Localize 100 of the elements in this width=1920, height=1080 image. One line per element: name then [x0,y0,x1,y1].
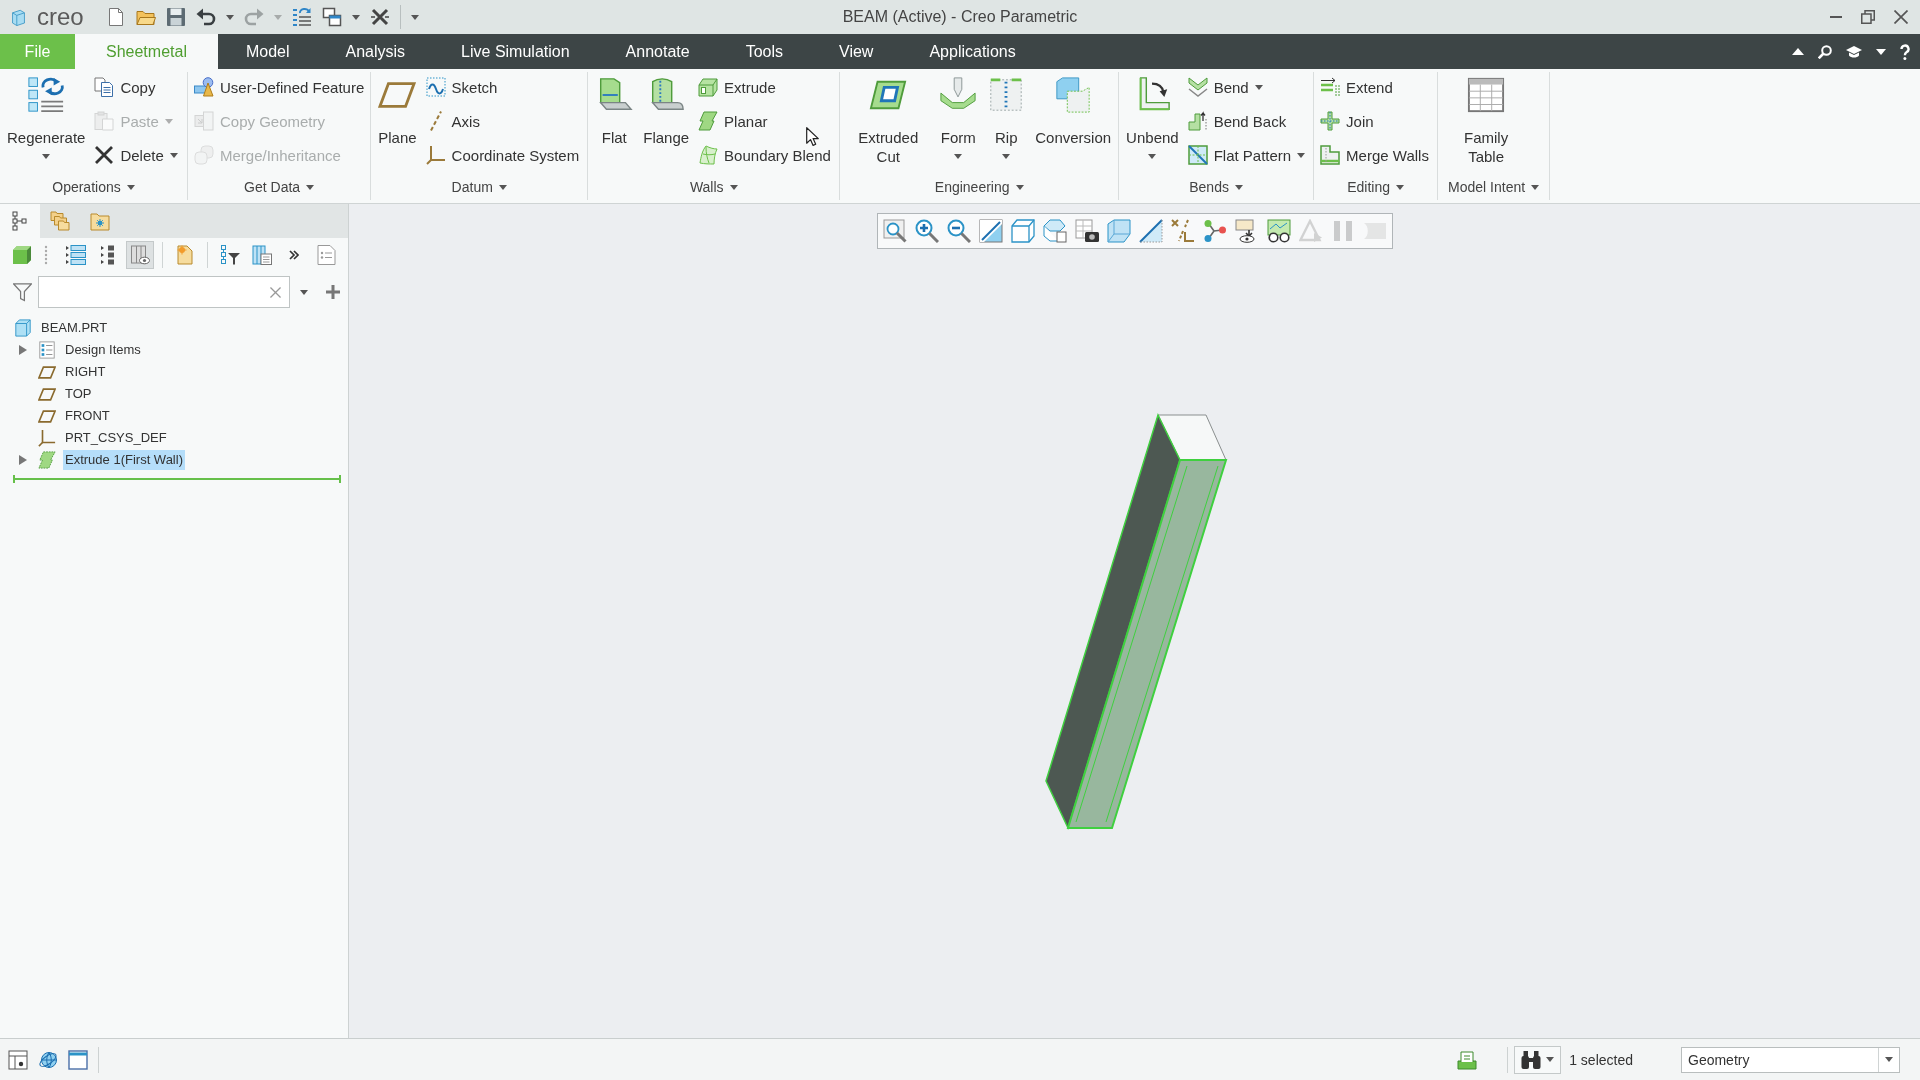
ribbon-large-button[interactable]: Regenerate [4,73,89,172]
group-menu[interactable]: Engineering [930,174,1028,200]
caret-down-icon [1546,1057,1555,1062]
ribbon-button[interactable]: Extrude [696,72,833,102]
ribbon-large-button[interactable]: Unbend [1123,73,1182,172]
caret-up-icon[interactable] [1792,48,1804,55]
tray-page-icon[interactable] [1457,1049,1478,1070]
ribbon-button[interactable]: Join [1318,106,1431,136]
shaded-square-icon[interactable] [978,219,1003,243]
caret-down-icon[interactable] [1876,48,1886,55]
ribbon-large-button[interactable]: Form [936,73,981,172]
ribbon-button[interactable]: Extend [1318,72,1431,102]
plus-icon[interactable] [326,285,340,299]
globe-icon[interactable] [38,1049,58,1070]
table-camera-icon[interactable] [1074,219,1099,243]
caret-down-icon[interactable] [300,289,308,295]
ribbon-button[interactable]: User-Defined Feature [192,72,367,102]
group-menu[interactable]: Editing [1343,174,1408,200]
ribbon-tab[interactable]: Annotate [597,34,718,69]
caret-down-icon [498,184,507,190]
ribbon-large-button[interactable]: Flat [592,73,637,172]
tree-nodes-icon [10,211,30,231]
folders-icon [50,211,70,231]
tree-item[interactable]: Design Items [63,340,143,360]
axes-icon [38,429,56,447]
caret-down-icon[interactable] [351,14,360,20]
cube-icon[interactable] [1010,219,1035,243]
ribbon-button[interactable]: Sketch [423,72,582,102]
ribbon-tab[interactable]: View [811,34,902,69]
help-icon[interactable] [1900,43,1910,60]
caret-down-icon[interactable] [225,14,234,20]
ribbon-button[interactable]: Delete [92,140,180,170]
ribbon-button[interactable]: Planar [696,106,833,136]
insert-here-marker[interactable] [13,475,341,483]
tree-item[interactable]: RIGHT [63,362,108,382]
ribbon-button[interactable]: Boundary Blend [696,140,833,170]
selection-filter-dropdown[interactable]: Geometry [1681,1046,1900,1073]
mouse-pointer-icon [806,127,819,146]
cube-list-icon[interactable] [1042,219,1067,243]
list-arrows-icon[interactable] [291,7,312,27]
caret-down-icon [1396,184,1404,190]
map-glasses-icon[interactable] [1266,219,1291,243]
ribbon-large-button[interactable]: Rip [984,73,1029,172]
clear-icon[interactable] [270,286,281,298]
group-menu[interactable]: Get Data [240,174,319,200]
ribbon-button[interactable]: Copy [92,72,180,102]
group-menu[interactable]: Walls [685,174,742,200]
zoom-in-icon[interactable] [914,219,939,243]
ribbon-tab[interactable]: Tools [717,34,811,69]
ribbon-button[interactable]: Merge Walls [1318,140,1431,170]
tree-item[interactable]: PRT_CSYS_DEF [63,428,169,448]
ribbon-tab[interactable]: Live Simulation [433,34,598,69]
zoom-out-icon[interactable] [946,219,971,243]
caret-down-icon[interactable] [410,14,419,20]
window-icon[interactable] [68,1049,88,1070]
ribbon-button[interactable]: Coordinate System [423,140,582,170]
curved-arrow-icon[interactable] [195,7,216,27]
group-menu[interactable]: Operations [48,174,139,200]
ribbon-tab[interactable]: Model [217,34,318,69]
group-menu[interactable]: Bends [1185,174,1247,200]
parallelogram-icon [38,365,56,379]
node-branch-icon[interactable] [1202,219,1227,243]
wireframe-box-icon[interactable] [1106,219,1131,243]
tree-item[interactable]: FRONT [63,406,112,426]
ribbon-large-button[interactable]: Conversion [1032,73,1115,172]
ribbon-button[interactable]: Flat Pattern [1185,140,1308,170]
search-icon[interactable] [1818,44,1832,59]
ribbon-large-button[interactable]: Plane [375,73,420,172]
ribbon-large-button[interactable]: Family Table [1442,73,1531,172]
expand-triangle-icon[interactable] [19,455,27,465]
filter-icon [13,282,32,302]
close-icon[interactable] [1894,10,1908,24]
grip-icon[interactable] [44,245,48,265]
panel-tab[interactable] [0,204,40,238]
caret-down-icon [1015,184,1024,190]
tree-item[interactable]: TOP [63,384,94,404]
find-button[interactable] [1514,1045,1562,1074]
ribbon-large-button[interactable]: Extruded Cut [844,73,933,172]
group-menu[interactable]: Datum [447,174,511,200]
graduation-cap-icon[interactable] [1846,45,1862,58]
group-menu[interactable]: Model Intent [1444,174,1544,200]
ribbon-button[interactable]: Axis [423,106,582,136]
ribbon-large-button[interactable]: Flange [640,73,693,172]
folder-sparkle-icon [175,245,195,265]
ribbon-tab[interactable]: Applications [901,34,1044,69]
restore-icon[interactable] [1861,10,1875,24]
ribbon-button[interactable]: Bend [1185,72,1308,102]
tree-item[interactable]: BEAM.PRT [39,318,110,338]
ribbon-tab[interactable]: Analysis [317,34,434,69]
panel-eye-icon[interactable] [8,1049,28,1070]
diagonal-plane-icon[interactable] [1138,219,1163,243]
stacked-windows-icon[interactable] [321,7,342,27]
datum-symbols-icon[interactable] [1170,219,1195,243]
tree-item[interactable]: Extrude 1(First Wall) [63,450,185,470]
expand-triangle-icon[interactable] [19,345,27,355]
binoculars-icon [1521,1049,1542,1070]
close-icon[interactable] [369,7,390,27]
zoom-fit-icon[interactable] [882,219,907,243]
search-field[interactable] [38,276,290,308]
ribbon-button[interactable]: Bend Back [1185,106,1308,136]
